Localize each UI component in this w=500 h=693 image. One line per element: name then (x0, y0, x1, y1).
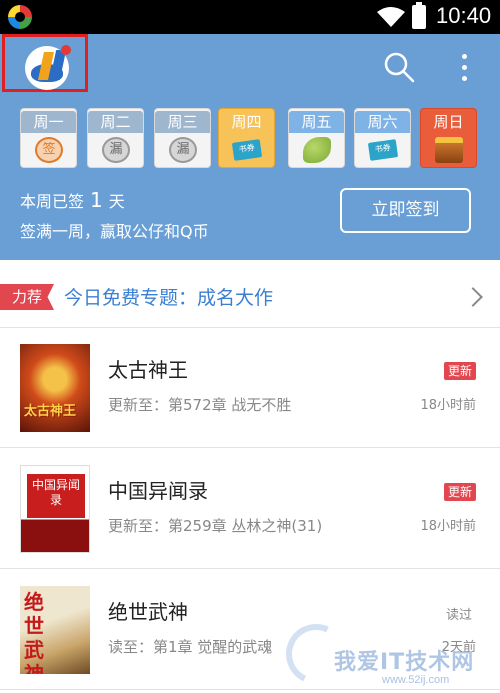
day-wednesday[interactable]: 周三 漏 (154, 108, 211, 168)
book-time: 2天前 (441, 640, 476, 655)
book-progress: 读至：第1章 觉醒的武魂 (108, 638, 273, 656)
read-badge: 读过 (446, 608, 473, 623)
book-progress: 更新至：第572章 战无不胜 (108, 396, 292, 414)
search-icon[interactable] (382, 50, 416, 84)
day-friday[interactable]: 周五 (288, 108, 345, 168)
book-title: 中国异闻录 (108, 479, 208, 503)
book-item[interactable]: 绝世武神 绝世武神 读至：第1章 觉醒的武魂 读过 2天前 (0, 570, 500, 690)
recommend-banner[interactable]: 力荐 今日免费专题：成名大作 (0, 270, 500, 328)
day-monday[interactable]: 周一 签 (20, 108, 77, 168)
day-thursday[interactable]: 周四 书券 (218, 108, 275, 168)
app-logo-button[interactable] (2, 34, 88, 92)
signed-days-text: 本周已签 1 天 (20, 188, 125, 212)
book-time: 18小时前 (420, 398, 476, 413)
app-badge-icon (8, 5, 32, 29)
wifi-icon (377, 7, 405, 27)
status-clock: 10:40 (436, 3, 492, 28)
book-progress: 更新至：第259章 丛林之神(31) (108, 517, 323, 535)
book-cover: 太古神王 (20, 344, 90, 432)
checkin-header: 周一 签 周二 漏 周三 漏 周四 书券 周五 周六 书券 周日 本周已签 1 天 (0, 34, 500, 260)
notification-dot (61, 45, 71, 55)
leaf-icon (303, 137, 331, 163)
book-item[interactable]: 中国异闻录 中国异闻录 更新至：第259章 丛林之神(31) 更新 18小时前 (0, 449, 500, 569)
book-list: 力荐 今日免费专题：成名大作 太古神王 太古神王 更新至：第572章 战无不胜 … (0, 260, 500, 693)
book-title: 绝世武神 (108, 600, 188, 624)
reward-text: 签满一周，赢取公仔和Q币 (20, 222, 209, 241)
day-saturday[interactable]: 周六 书券 (354, 108, 411, 168)
chevron-right-icon (463, 287, 483, 307)
status-bar: 10:40 (0, 0, 500, 34)
book-ticket-icon: 书券 (231, 139, 263, 161)
day-sunday[interactable]: 周日 (420, 108, 477, 168)
recommend-tag: 力荐 (0, 284, 54, 310)
weekday-checkin-row: 周一 签 周二 漏 周三 漏 周四 书券 周五 周六 书券 周日 (0, 108, 500, 170)
book-time: 18小时前 (420, 519, 476, 534)
battery-icon (412, 2, 426, 29)
sign-in-button[interactable]: 立即签到 (340, 188, 471, 233)
missed-stamp-icon: 漏 (169, 137, 197, 163)
book-cover: 中国异闻录 (20, 465, 90, 553)
book-cover: 绝世武神 (20, 586, 90, 674)
book-ticket-icon: 书券 (367, 139, 399, 161)
treasure-chest-icon (435, 137, 463, 163)
book-item[interactable]: 太古神王 太古神王 更新至：第572章 战无不胜 更新 18小时前 (0, 328, 500, 448)
more-vertical-icon[interactable] (452, 50, 476, 86)
signed-stamp-icon: 签 (35, 137, 63, 163)
missed-stamp-icon: 漏 (102, 137, 130, 163)
recommend-title: 今日免费专题：成名大作 (64, 287, 274, 309)
book-title: 太古神王 (108, 358, 188, 382)
update-badge: 更新 (444, 362, 476, 380)
day-tuesday[interactable]: 周二 漏 (87, 108, 144, 168)
update-badge: 更新 (444, 483, 476, 501)
